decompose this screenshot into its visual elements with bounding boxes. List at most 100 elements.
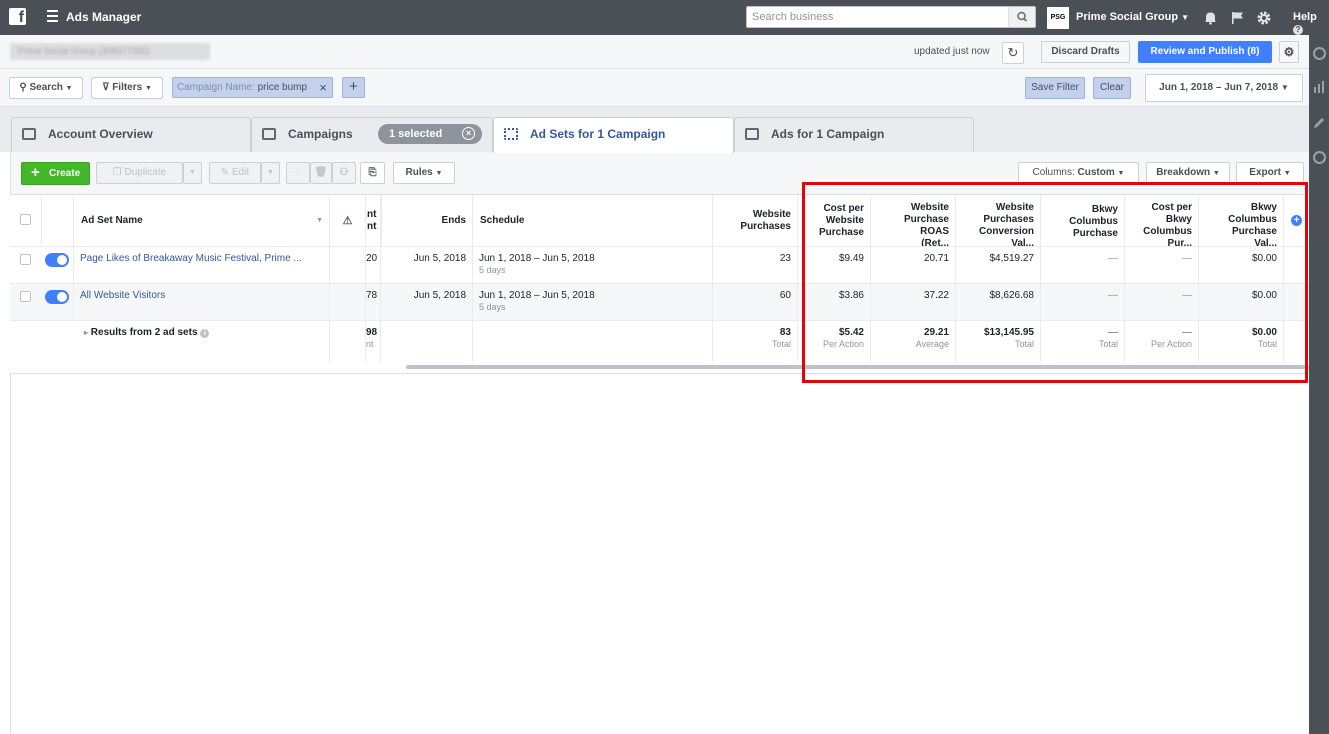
results-summary-label[interactable]: ▸ Results from 2 ad sets i <box>74 321 330 362</box>
review-and-publish-button[interactable]: Review and Publish (8) <box>1138 41 1272 63</box>
info-icon[interactable]: i <box>200 329 210 338</box>
horizontal-scrollbar[interactable] <box>406 365 1309 369</box>
plus-icon: + <box>31 164 40 181</box>
header-ad-set-name[interactable]: Ad Set Name ▼ <box>74 195 330 246</box>
export-dropdown[interactable]: Export ▼ <box>1236 162 1304 184</box>
row-checkbox[interactable] <box>20 291 31 302</box>
bkwy-value-cell: $0.00 <box>1199 284 1284 320</box>
hamburger-menu-icon[interactable] <box>47 10 58 25</box>
right-side-rail <box>1309 35 1329 734</box>
search-dropdown[interactable]: ⚲ Search ▼ <box>9 77 83 99</box>
top-navigation-bar: f Ads Manager PSG Prime Social Group ▼ H… <box>0 0 1329 35</box>
filters-dropdown[interactable]: ⊽ Filters ▼ <box>91 77 163 99</box>
conversion-value-cell: $8,626.68 <box>956 284 1041 320</box>
header-bkwy-columbus-purchase[interactable]: Bkwy Columbus Purchase <box>1041 195 1125 246</box>
business-search[interactable] <box>746 6 1036 28</box>
ad-set-on-off-toggle[interactable] <box>45 253 69 267</box>
header-cost-per-bkwy-columbus-purchase[interactable]: Cost per Bkwy Columbus Pur... <box>1125 195 1199 246</box>
header-cost-per-website-purchase[interactable]: Cost per Website Purchase <box>798 195 871 246</box>
campaign-name-filter-chip[interactable]: Campaign Name: price bump × <box>172 77 333 98</box>
caret-down-icon: ▼ <box>1283 170 1291 177</box>
preview-icon[interactable]: ⎘ <box>360 162 385 184</box>
filter-chip-value: price bump <box>257 82 308 93</box>
create-button[interactable]: + Create <box>21 162 90 185</box>
breakdown-dropdown[interactable]: Breakdown ▼ <box>1146 162 1230 184</box>
select-all-checkbox[interactable] <box>20 214 31 225</box>
bkwy-value-cell: $0.00 <box>1199 247 1284 283</box>
account-selector[interactable]: Prime Social Group (308377355) <box>10 43 210 60</box>
refresh-button[interactable]: ↻ <box>1002 42 1024 64</box>
pencil-icon[interactable] <box>1313 117 1325 129</box>
cost-per-bkwy-cell: — <box>1125 284 1199 320</box>
business-name[interactable]: Prime Social Group ▼ <box>1076 11 1189 23</box>
history-icon[interactable] <box>1313 151 1326 164</box>
content-left-border <box>10 374 11 734</box>
bkwy-purchase-total: — Total <box>1041 321 1125 362</box>
discard-drafts-button[interactable]: Discard Drafts <box>1041 41 1130 63</box>
date-range-picker[interactable]: Jun 1, 2018 – Jun 7, 2018 ▼ <box>1145 74 1303 102</box>
add-filter-plus-button[interactable]: + <box>342 77 365 98</box>
bar-chart-icon[interactable] <box>1313 81 1325 93</box>
ad-set-name-link[interactable]: Page Likes of Breakaway Music Festival, … <box>74 247 330 283</box>
remove-filter-close-icon[interactable]: × <box>319 78 327 97</box>
tab-ad-sets[interactable]: Ad Sets for 1 Campaign <box>493 117 734 153</box>
table-row[interactable]: Page Likes of Breakaway Music Festival, … <box>10 246 1309 283</box>
edit-button[interactable]: ✎ Edit <box>209 162 261 184</box>
sort-caret-icon[interactable]: ▼ <box>316 215 323 227</box>
edit-dropdown-caret[interactable]: ▼ <box>261 162 280 184</box>
ad-sets-table: Ad Set Name ▼ ⚠ nt nt Ends Schedule Websit… <box>10 194 1309 374</box>
selected-count-pill[interactable]: 1 selected × <box>378 124 482 144</box>
notifications-bell-icon[interactable] <box>1203 10 1218 25</box>
rules-dropdown[interactable]: Rules ▼ <box>393 162 455 184</box>
delete-trash-icon[interactable]: 🗑 <box>310 162 332 184</box>
business-avatar[interactable]: PSG <box>1047 7 1069 29</box>
flag-icon[interactable] <box>1230 10 1245 25</box>
ad-set-on-off-toggle[interactable] <box>45 290 69 304</box>
search-icon <box>1017 11 1028 22</box>
add-column-plus-icon[interactable]: + <box>1284 195 1309 246</box>
app-title[interactable]: Ads Manager <box>66 10 141 24</box>
cost-per-purchase-total: $5.42 Per Action <box>798 321 871 362</box>
ends-cell: Jun 5, 2018 <box>381 284 473 320</box>
header-website-purchases[interactable]: Website Purchases <box>713 195 798 246</box>
facebook-logo-icon[interactable]: f <box>9 8 26 25</box>
help-button[interactable]: Help ? <box>1293 11 1329 35</box>
settings-gear-icon[interactable] <box>1256 10 1271 25</box>
header-bkwy-columbus-purchase-value[interactable]: Bkwy Columbus Purchase Val... <box>1199 195 1284 246</box>
ad-sets-grid-icon <box>504 128 518 140</box>
tag-users-icon[interactable]: ⚇ <box>332 162 356 184</box>
schedule-cell: Jun 1, 2018 – Jun 5, 2018 5 days <box>473 247 713 283</box>
caret-down-icon: ▼ <box>435 170 443 177</box>
chevron-down-icon: ▼ <box>1181 13 1190 22</box>
duplicate-dropdown-caret[interactable]: ▼ <box>183 162 202 184</box>
columns-dropdown[interactable]: Columns: Custom ▼ <box>1018 162 1139 184</box>
delivery-warning-cell <box>330 321 366 362</box>
tab-ads[interactable]: Ads for 1 Campaign <box>734 117 974 152</box>
header-delivery-warning[interactable]: ⚠ <box>330 195 366 246</box>
header-website-purchase-roas[interactable]: Website Purchase ROAS (Ret... <box>871 195 956 246</box>
save-filter-button[interactable]: Save Filter <box>1025 77 1085 99</box>
help-icon: ? <box>1293 25 1303 35</box>
clear-selection-close-icon[interactable]: × <box>462 127 475 140</box>
tab-account-overview[interactable]: Account Overview <box>11 117 251 152</box>
row-checkbox[interactable] <box>20 254 31 265</box>
header-schedule[interactable]: Schedule <box>473 195 713 246</box>
delivery-warning-cell <box>330 247 366 283</box>
business-search-input[interactable] <box>747 7 1009 27</box>
header-amount-spent-partial[interactable]: nt nt <box>366 195 381 246</box>
search-button[interactable] <box>1008 7 1035 27</box>
table-row[interactable]: All Website Visitors 78 Jun 5, 2018 Jun … <box>10 283 1309 320</box>
roas-cell: 37.22 <box>871 284 956 320</box>
expand-caret-icon[interactable]: ▸ <box>84 328 88 337</box>
clock-icon[interactable] <box>1313 47 1326 60</box>
header-ends[interactable]: Ends <box>381 195 473 246</box>
settings-gear-icon[interactable]: ⚙ <box>1279 41 1299 63</box>
ab-test-icon[interactable]: ◌ <box>286 162 310 184</box>
duplicate-button[interactable]: ❐ Duplicate <box>96 162 183 184</box>
account-bar: Prime Social Group (308377355) updated j… <box>0 35 1309 69</box>
amount-spent-total-partial: 98 nt <box>366 321 381 362</box>
header-website-purchases-conversion-value[interactable]: Website Purchases Conversion Val... <box>956 195 1041 246</box>
bkwy-purchase-cell: — <box>1041 247 1125 283</box>
clear-filter-button[interactable]: Clear <box>1093 77 1131 99</box>
ad-set-name-link[interactable]: All Website Visitors <box>74 284 330 320</box>
